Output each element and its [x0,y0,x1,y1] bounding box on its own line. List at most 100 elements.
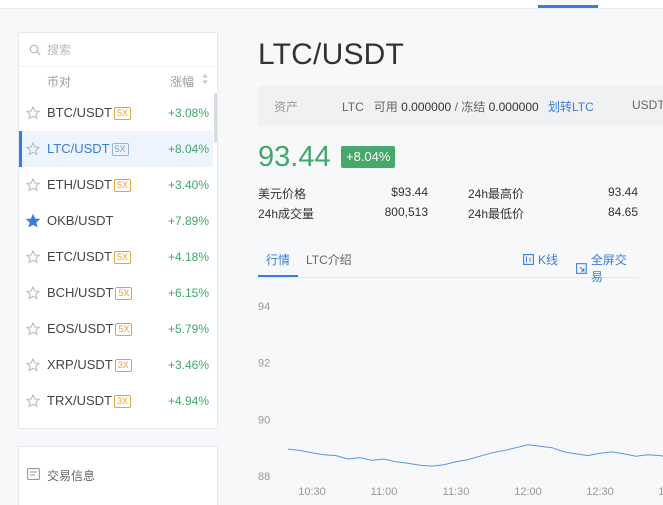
high-value: 93.44 [607,185,638,199]
y-tick-label: 94 [258,301,270,313]
market-list-panel: 搜索 币对 涨幅 BTC/USDT 5X +3.08% LTC/USDT 5X +8.04… [18,32,218,429]
leverage-badge: 5X [115,287,133,300]
x-tick-label: 12:00 [514,486,542,498]
available-value: 0.000000 [401,100,452,114]
search-input[interactable]: 搜索 [19,33,217,67]
pair-name: BTC/USDT [47,105,112,120]
low-value: 84.65 [607,205,638,219]
change-badge: +8.04% [341,146,396,168]
x-tick-label: 12:30 [586,486,614,498]
page-title: LTC/USDT [258,38,405,71]
favorite-star-icon[interactable] [26,358,40,372]
pair-name: XRP/USDT [47,357,113,372]
usd-price-value: $93.44 [391,185,428,199]
pair-name: ETH/USDT [47,177,112,192]
fullscreen-icon [576,262,587,274]
market-row[interactable]: EOS/USDT 5X +5.79% [19,311,213,347]
column-change-header[interactable]: 涨幅 [170,73,194,90]
leverage-badge: 5X [115,323,133,336]
market-row[interactable]: ETH/USDT 5X +3.40% [19,167,213,203]
sort-icon[interactable] [202,73,208,85]
pair-name: BCH/USDT [47,285,114,300]
market-row-change: +5.79% [167,322,209,336]
favorite-star-icon[interactable] [26,214,40,228]
market-row[interactable]: BTC/USDT 5X +3.08% [19,95,213,131]
asset-currency: LTC [342,100,364,114]
volume-value: 800,513 [384,205,428,219]
pair-name: LTC/USDT [47,141,110,156]
chart-tabs: 行情 LTC介绍 K线 全屏交易 [258,245,638,284]
market-row[interactable]: BCH/USDT 5X +6.15% [19,275,213,311]
leverage-badge: 5X [111,143,129,156]
market-row-change: +6.15% [167,286,209,300]
market-row[interactable]: OKB/USDT +7.89% [19,203,213,239]
transfer-link[interactable]: 划转LTC [548,100,594,114]
price-chart-svg: 8890929410:3011:0011:3012:0012:3013:0013… [258,301,663,498]
leverage-badge: 3X [114,359,132,372]
asset-separator: / [454,100,458,114]
x-tick-label: 11:30 [443,486,470,498]
market-row-pair: TRX/USDT 3X [47,393,132,408]
market-row-change: +8.04% [167,142,209,156]
leverage-badge: 5X [114,251,132,264]
asset-line: LTC 可用 0.000000 / 冻结 0.000000 划转LTC [342,98,594,115]
column-pair-header: 币对 [47,75,72,89]
kline-icon [523,254,534,265]
market-row-pair: OKB/USDT [47,213,113,228]
x-tick-label: 11:00 [371,486,398,498]
market-row-pair: EOS/USDT 5X [47,321,133,336]
x-tick-label: 10:30 [298,486,326,498]
tab-market[interactable]: 行情 [258,245,298,277]
market-row-change: +7.89% [167,214,209,228]
price-chart[interactable]: 8890929410:3011:0011:3012:0012:3013:0013… [250,290,663,505]
market-list-scrollbar[interactable] [214,93,217,143]
market-row-change: +3.46% [167,358,209,372]
fullscreen-label: 全屏交易 [590,253,627,284]
tab-intro[interactable]: LTC介绍 [306,251,352,268]
y-tick-label: 88 [258,471,270,483]
pair-name: OKB/USDT [47,213,114,228]
pair-name: ETC/USDT [47,249,112,264]
favorite-star-icon[interactable] [26,178,40,192]
asset-currency-2: USDT [632,98,663,112]
y-tick-label: 90 [258,414,270,426]
kline-label: K线 [538,253,559,267]
market-list-header: 币对 涨幅 [19,69,217,91]
favorite-star-icon[interactable] [26,106,40,120]
pair-name: TRX/USDT [47,393,112,408]
favorite-star-icon[interactable] [26,322,40,336]
leverage-badge: 5X [114,107,132,120]
asset-bar: 资产 LTC 可用 0.000000 / 冻结 0.000000 划转LTC U… [258,86,663,126]
market-row-pair: BCH/USDT 5X [47,285,133,300]
info-icon [27,468,40,480]
kline-button[interactable]: K线 [523,251,558,268]
price-line [287,444,663,467]
trade-info-panel: 交易信息 [18,446,218,505]
active-row-indicator [19,131,22,167]
market-row[interactable]: XRP/USDT 3X +3.46% [19,347,213,383]
fullscreen-button[interactable]: 全屏交易 [576,251,638,285]
frozen-value: 0.000000 [488,100,539,114]
favorite-star-icon[interactable] [26,394,40,408]
leverage-badge: 5X [114,179,132,192]
market-row-change: +3.08% [167,106,209,120]
favorite-star-icon[interactable] [26,286,40,300]
market-row-change: +3.40% [167,178,209,192]
favorite-star-icon[interactable] [26,250,40,264]
search-icon [29,44,41,55]
market-row-change: +4.94% [167,394,209,408]
market-row[interactable]: ETC/USDT 5X +4.18% [19,239,213,275]
market-row-pair: ETC/USDT 5X [47,249,132,264]
favorite-star-icon[interactable] [26,142,40,156]
market-row-change: +4.18% [167,250,209,264]
search-placeholder: 搜索 [47,43,72,57]
frozen-label: 冻结 [461,100,486,114]
market-row[interactable]: TRX/USDT 3X +4.94% [19,383,213,419]
market-row-pair: LTC/USDT 5X [47,141,129,156]
top-nav [0,0,663,9]
top-nav-active-indicator [538,5,598,8]
market-row[interactable]: LTC/USDT 5X +8.04% [19,131,213,167]
y-tick-label: 92 [258,358,270,370]
trade-info-title: 交易信息 [47,469,96,483]
pair-name: EOS/USDT [47,321,114,336]
